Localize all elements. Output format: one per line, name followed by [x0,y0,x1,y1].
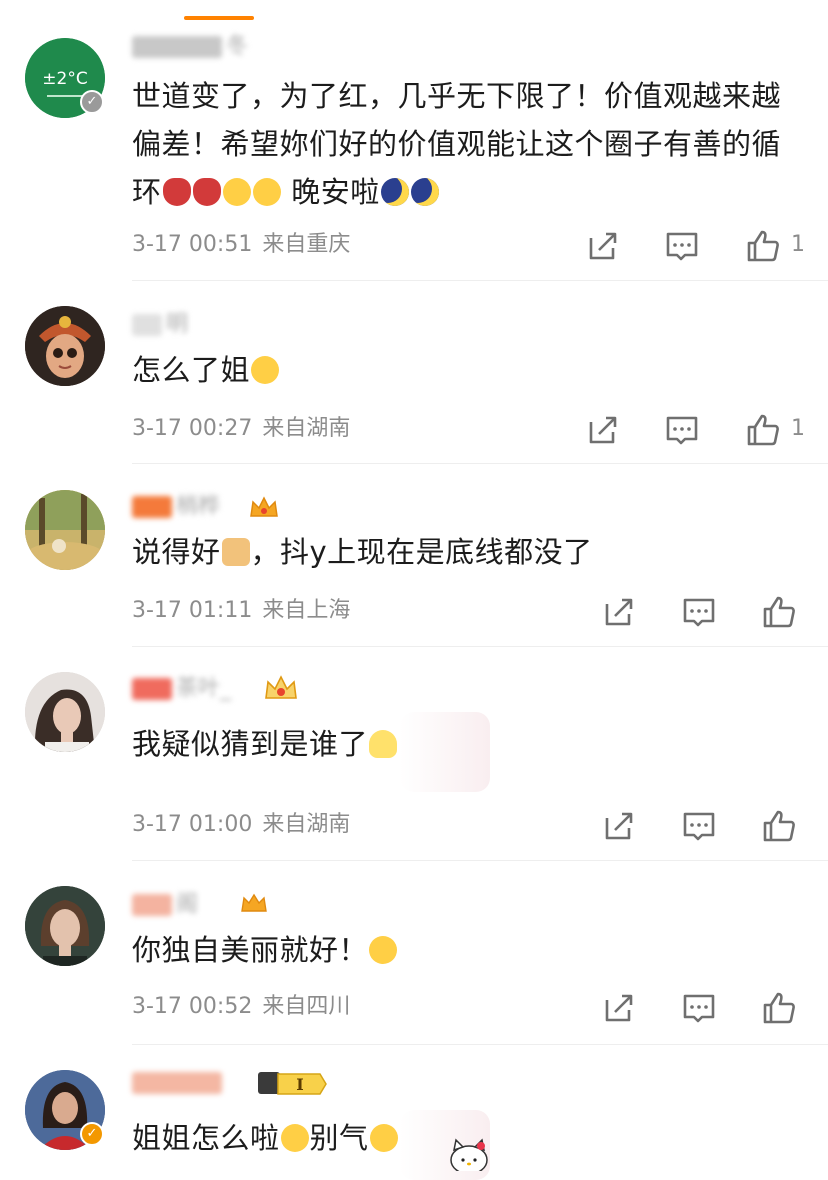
username[interactable]: 阁 [132,892,198,918]
thinking-emoji-icon [251,356,280,384]
divider [132,860,828,861]
avatar[interactable] [25,886,105,966]
vip-level-text: I [296,1075,303,1094]
share-icon[interactable] [585,412,621,448]
like-icon[interactable] [745,228,781,264]
like-count: 1 [791,232,805,257]
divider [132,646,828,647]
avatar[interactable] [25,306,105,386]
share-icon[interactable] [601,594,637,630]
moon-emoji-icon [380,178,409,206]
share-icon[interactable] [601,808,637,844]
divider [132,1044,828,1045]
vip-level-badge: I [258,1070,328,1096]
comment-actions [0,594,828,630]
comment-text: 说得好 ，抖y上现在是底线都没了 [132,535,593,569]
share-icon[interactable] [601,990,637,1026]
comment-text: 世道变了，为了红，几乎无下限了！价值观越来越偏差！希望妳们好的价值观能让这个圈子… [132,79,782,209]
verified-icon: ✓ [80,90,104,114]
like-count: 1 [791,416,805,441]
comment-actions [0,990,828,1026]
comment-actions: 1 [0,412,828,448]
username[interactable] [132,1070,226,1096]
comment-icon[interactable] [681,594,717,630]
username[interactable]: 明 [132,312,188,338]
comment-text: 你独自美丽就好！ [132,926,802,974]
crown-icon [248,494,280,520]
username[interactable]: 冬 [132,34,248,60]
comment-icon[interactable] [664,412,700,448]
username[interactable]: 梢桦 [132,494,220,520]
share-icon[interactable] [585,228,621,264]
comment-text: 怎么了姐 [132,346,802,394]
rose-icon [192,178,221,206]
like-icon[interactable] [745,412,781,448]
avatar-logo-text: ±2°C [42,69,87,89]
verified-icon: ✓ [80,1122,104,1146]
hug-emoji-icon [369,1124,398,1152]
crown-icon [263,674,299,700]
thumbs-up-emoji-icon [221,538,250,566]
divider [132,463,828,464]
rose-icon [162,178,191,206]
username[interactable]: 茶叶_ [132,676,231,702]
hug-emoji-icon [222,178,251,206]
moon-emoji-icon [410,178,439,206]
comment-icon[interactable] [681,808,717,844]
active-tab-indicator [184,16,254,20]
comment-actions [0,808,828,844]
like-icon[interactable] [761,990,797,1026]
lightbulb-emoji-icon [369,730,398,758]
hug-emoji-icon [280,1124,309,1152]
like-icon[interactable] [761,594,797,630]
crown-icon [240,892,268,918]
avatar[interactable] [25,490,105,570]
comment-icon[interactable] [664,228,700,264]
hug-emoji-icon [252,178,281,206]
comment-bubble-decoration [400,712,490,792]
comment-actions: 1 [0,228,828,264]
avatar[interactable] [25,672,105,752]
hello-kitty-sticker-icon [450,1138,488,1171]
comment-icon[interactable] [681,990,717,1026]
crying-emoji-icon [369,936,398,964]
divider [132,280,828,281]
like-icon[interactable] [761,808,797,844]
